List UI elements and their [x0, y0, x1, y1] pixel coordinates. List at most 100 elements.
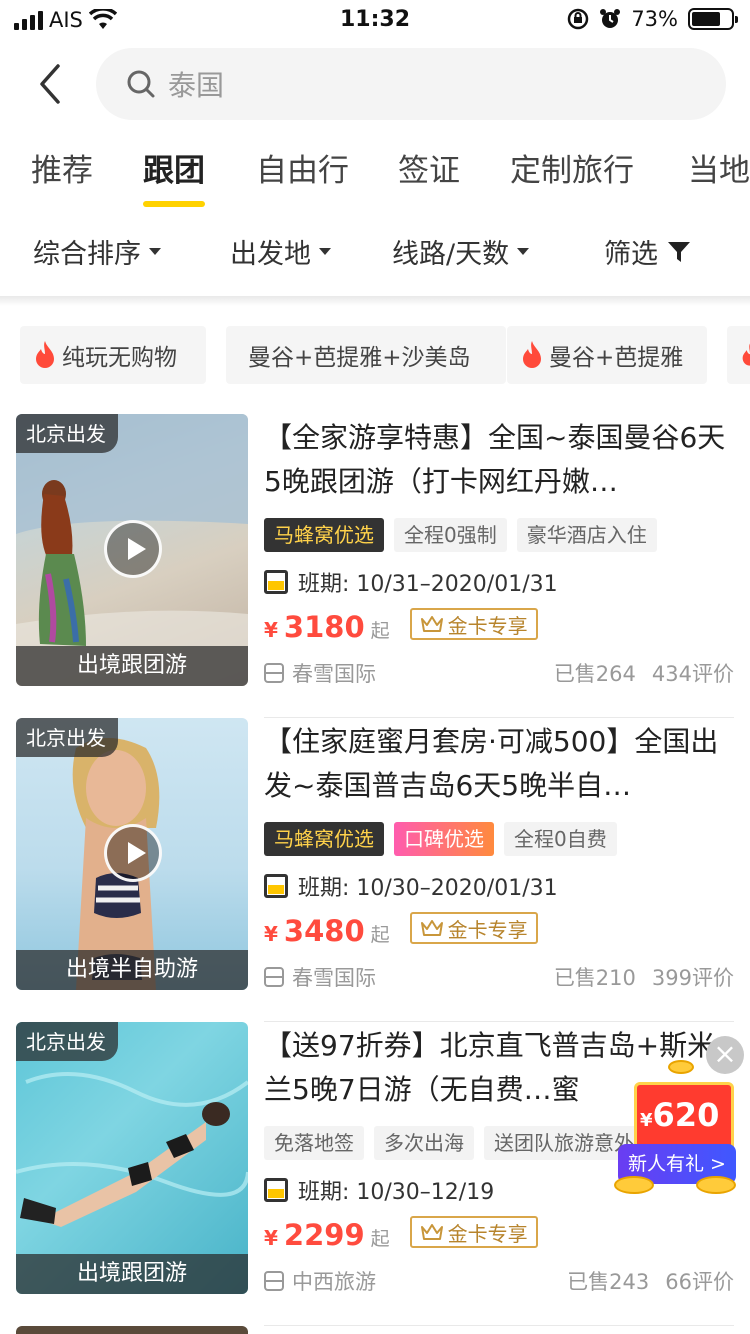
period-text: 班期: 10/31–2020/01/31 [298, 572, 558, 597]
price-suffix: 起 [370, 620, 390, 642]
store-icon [264, 967, 284, 987]
departure-dropdown[interactable]: 出发地 [230, 232, 331, 271]
category-tabs: 推荐 跟团 自由行 签证 定制旅行 当地 [0, 145, 750, 215]
caret-down-icon [319, 248, 331, 255]
promo-amount: ¥620 [640, 1096, 719, 1134]
chip-partial[interactable] [727, 326, 750, 384]
crown-icon [420, 1224, 443, 1240]
gold-card-label: 金卡专享 [447, 613, 528, 638]
new-user-promo[interactable]: × ¥620 新人有礼 > [612, 1036, 750, 1196]
product-thumbnail[interactable]: 北京出发 出境跟团游 [16, 414, 248, 686]
tag: 全程0强制 [394, 518, 507, 552]
store-icon [264, 663, 284, 683]
calendar-icon [264, 874, 288, 898]
chip-bangkok-pattaya[interactable]: 曼谷+芭提雅 [507, 326, 707, 384]
active-tab-indicator [143, 201, 205, 207]
tag: 多次出海 [374, 1126, 474, 1160]
tab-recommend[interactable]: 推荐 [31, 145, 93, 190]
product-card[interactable]: 北京出发 出境跟团游 【全家游享特惠】全国~泰国曼谷6天5晚跟团游（打卡网红丹嫩… [16, 414, 734, 718]
origin-tag: 北京出发 [16, 414, 118, 453]
price-row: ¥ 3480 起 金卡专享 [264, 912, 538, 948]
play-icon[interactable] [104, 520, 162, 578]
product-tags: 免落地签 多次出海 送团队旅游意外险 [264, 1126, 664, 1160]
sort-dropdown[interactable]: 综合排序 [33, 232, 161, 271]
product-title[interactable]: 【全家游享特惠】全国~泰国曼谷6天5晚跟团游（打卡网红丹嫩… [264, 416, 734, 504]
search-input[interactable]: 泰国 [96, 48, 726, 120]
tab-visa[interactable]: 签证 [398, 145, 460, 190]
tab-local[interactable]: 当地 [688, 145, 750, 190]
filter-label: 筛选 [604, 239, 658, 270]
flame-icon [523, 341, 541, 368]
gold-card-badge: 金卡专享 [409, 912, 538, 944]
tab-free-travel[interactable]: 自由行 [256, 145, 349, 190]
caret-down-icon [149, 248, 161, 255]
tab-group-tour[interactable]: 跟团 [143, 145, 205, 190]
crown-icon [420, 920, 443, 936]
currency-symbol: ¥ [264, 618, 278, 642]
tab-custom-travel[interactable]: 定制旅行 [510, 145, 634, 190]
agency-name[interactable]: 春雪国际 [292, 658, 554, 688]
coin-icon [696, 1176, 736, 1194]
product-tags: 马蜂窝优选 全程0强制 豪华酒店入住 [264, 518, 657, 552]
agency-name[interactable]: 春雪国际 [292, 962, 554, 992]
price-suffix: 起 [370, 924, 390, 946]
gold-card-badge: 金卡专享 [409, 608, 538, 640]
review-count: 66评价 [665, 1270, 734, 1294]
close-icon[interactable]: × [706, 1036, 744, 1074]
funnel-icon [668, 241, 690, 262]
price-suffix: 起 [370, 1228, 390, 1250]
chip-bangkok-pattaya-samet[interactable]: 曼谷+芭提雅+沙美岛 [226, 326, 506, 384]
review-count: 434评价 [651, 662, 734, 686]
filter-button[interactable]: 筛选 [604, 232, 692, 271]
product-meta: 中西旅游 已售243 66评价 [264, 1266, 734, 1296]
period-text: 班期: 10/30–2020/01/31 [298, 876, 558, 901]
sort-filter-bar: 综合排序 出发地 线路/天数 筛选 [0, 232, 750, 280]
product-title[interactable]: 【住家庭蜜月套房·可减500】全国出发~泰国普吉岛6天5晚半自… [264, 720, 734, 808]
tour-type-caption: 出境跟团游 [16, 1254, 248, 1294]
origin-tag: 北京出发 [16, 718, 118, 757]
gold-card-badge: 金卡专享 [409, 1216, 538, 1248]
price: 3480 [283, 914, 365, 948]
product-thumbnail[interactable]: 北京出发 出境跟团游 [16, 1022, 248, 1294]
product-info: 【全家游享特惠】全国~泰国曼谷6天5晚跟团游（打卡网红丹嫩… 马蜂窝优选 全程0… [264, 414, 734, 718]
product-card[interactable]: 北京出发 出境半自助游 【住家庭蜜月套房·可减500】全国出发~泰国普吉岛6天5… [16, 718, 734, 1022]
caret-down-icon [517, 248, 530, 255]
tag-reputation-select: 口碑优选 [394, 822, 494, 856]
chip-label: 曼谷+芭提雅+沙美岛 [248, 345, 471, 371]
play-icon[interactable] [104, 824, 162, 882]
promo-value: 620 [652, 1096, 720, 1134]
chip-label: 曼谷+芭提雅 [549, 345, 684, 371]
gold-card-label: 金卡专享 [447, 1221, 528, 1246]
alarm-icon [600, 9, 621, 28]
crown-icon [420, 616, 443, 632]
chevron-left-icon [40, 64, 60, 104]
tour-type-caption: 出境半自助游 [16, 950, 248, 990]
product-meta: 春雪国际 已售264 434评价 [264, 658, 734, 688]
sold-count: 已售243 [567, 1270, 650, 1294]
status-right: 73% [567, 7, 738, 31]
battery-icon [688, 8, 738, 30]
product-thumbnail-partial[interactable] [16, 1326, 248, 1334]
search-icon [127, 70, 155, 98]
schedule-period: 班期: 10/30–2020/01/31 [264, 870, 558, 902]
tour-type-caption: 出境跟团游 [16, 646, 248, 686]
product-meta: 春雪国际 已售210 399评价 [264, 962, 734, 992]
schedule-period: 班期: 10/31–2020/01/31 [264, 566, 558, 598]
product-info: 【住家庭蜜月套房·可减500】全国出发~泰国普吉岛6天5晚半自… 马蜂窝优选 口… [264, 718, 734, 1022]
battery-percent: 73% [631, 7, 678, 31]
agency-name[interactable]: 中西旅游 [292, 1266, 567, 1296]
price-row: ¥ 2299 起 金卡专享 [264, 1216, 538, 1252]
product-tags: 马蜂窝优选 口碑优选 全程0自费 [264, 822, 617, 856]
schedule-period: 班期: 10/30–12/19 [264, 1174, 494, 1206]
back-button[interactable] [32, 62, 72, 106]
chip-label: 纯玩无购物 [62, 345, 177, 371]
route-days-dropdown[interactable]: 线路/天数 [392, 232, 530, 271]
card-divider [264, 1325, 734, 1326]
tag-mfw-select: 马蜂窝优选 [264, 518, 384, 552]
price: 3180 [283, 610, 365, 644]
chip-no-shopping[interactable]: 纯玩无购物 [20, 326, 206, 384]
tag: 全程0自费 [504, 822, 617, 856]
promo-currency: ¥ [640, 1110, 653, 1131]
price-row: ¥ 3180 起 金卡专享 [264, 608, 538, 644]
product-thumbnail[interactable]: 北京出发 出境半自助游 [16, 718, 248, 990]
